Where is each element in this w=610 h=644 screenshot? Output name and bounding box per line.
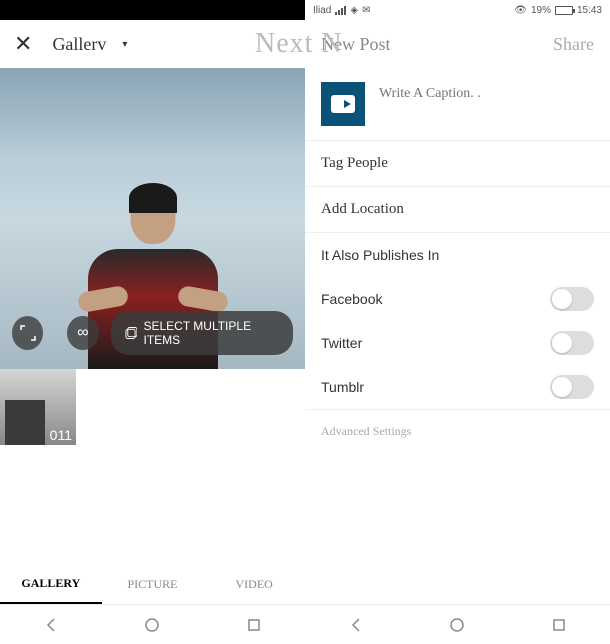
select-multiple-label: SELECT MULTIPLE ITEMS [143, 319, 279, 347]
android-nav-bar-right [305, 604, 610, 644]
tab-picture[interactable]: PICTURE [102, 564, 204, 604]
android-nav-bar [0, 604, 305, 644]
advanced-settings-button[interactable]: Advanced Settings [305, 410, 610, 453]
tag-people-button[interactable]: Tag People [305, 141, 610, 186]
time-label: 15:43 [577, 5, 602, 16]
thumbnail-row: 011 [0, 369, 305, 445]
also-publishes-label: It Also Publishes In [305, 233, 610, 277]
recent-icon[interactable] [244, 615, 264, 635]
share-button[interactable]: Share [553, 34, 594, 55]
carrier-label: Iliad [313, 5, 331, 16]
home-icon[interactable] [447, 615, 467, 635]
tumblr-label: Tumblr [321, 379, 364, 395]
mail-icon: ✉ [362, 5, 370, 16]
wifi-icon: ◈ [350, 5, 358, 16]
status-bar: Iliad ◈ ✉ 👁 19% 15:43 [305, 0, 610, 20]
signal-icon [335, 6, 346, 15]
left-header: ✕ Gallerv ▾ Next N [0, 20, 305, 68]
eye-icon: 👁 [514, 5, 527, 16]
facebook-label: Facebook [321, 291, 382, 307]
recent-icon[interactable] [549, 615, 569, 635]
boomerang-icon[interactable]: ∞ [67, 316, 98, 350]
media-preview[interactable]: ∞ SELECT MULTIPLE ITEMS [0, 68, 305, 369]
right-header: New Post Share [305, 20, 610, 68]
battery-pct: 19% [531, 5, 551, 16]
stack-icon [125, 326, 138, 340]
media-thumbnail[interactable]: 011 [0, 369, 76, 445]
video-icon [331, 95, 355, 113]
chevron-down-icon: ▾ [122, 39, 127, 50]
gallery-dropdown[interactable]: Gallerv ▾ [52, 34, 127, 55]
thumbnail-duration: 011 [50, 427, 72, 443]
select-multiple-button[interactable]: SELECT MULTIPLE ITEMS [111, 311, 293, 355]
gallery-label: Gallerv [52, 34, 106, 55]
close-icon[interactable]: ✕ [14, 31, 32, 57]
caption-row [305, 68, 610, 140]
twitter-label: Twitter [321, 335, 362, 351]
add-location-button[interactable]: Add Location [305, 187, 610, 232]
next-button[interactable]: Next N [255, 28, 343, 60]
back-icon[interactable] [346, 615, 366, 635]
tab-bar: GALLERY PICTURE VIDEO [0, 564, 305, 604]
caption-input[interactable] [379, 82, 594, 102]
tab-video[interactable]: VIDEO [203, 564, 305, 604]
home-icon[interactable] [142, 615, 162, 635]
facebook-toggle[interactable] [550, 287, 594, 311]
expand-icon[interactable] [12, 316, 43, 350]
twitter-toggle[interactable] [550, 331, 594, 355]
back-icon[interactable] [41, 615, 61, 635]
post-thumbnail[interactable] [321, 82, 365, 126]
tumblr-toggle[interactable] [550, 375, 594, 399]
tab-gallery[interactable]: GALLERY [0, 564, 102, 604]
status-bar-black [0, 0, 305, 20]
battery-icon [555, 6, 573, 15]
